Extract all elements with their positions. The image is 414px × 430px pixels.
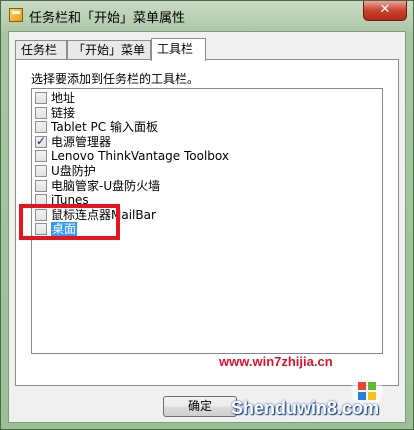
toolbar-item-label: 电源管理器 [51, 134, 112, 149]
window-title: 任务栏和「开始」菜单属性 [29, 11, 186, 26]
toolbar-item-label: Lenovo ThinkVantage Toolbox [51, 149, 229, 164]
instruction-text: 选择要添加到任务栏的工具栏。 [31, 72, 200, 86]
toolbar-item-label: U盘防护 [51, 164, 96, 178]
close-button[interactable]: ✕ [363, 1, 407, 21]
watermark-url: www.win7zhijia.cn [219, 354, 333, 369]
toolbar-item-label: 电脑管家-U盘防火墙 [51, 178, 161, 193]
tab-taskbar[interactable]: 任务栏 [15, 40, 67, 60]
toolbar-checkbox[interactable] [35, 121, 47, 134]
properties-window: 任务栏和「开始」菜单属性 ✕ 任务栏 「开始」菜单 工具栏 选择要添加到任务栏的… [0, 0, 414, 430]
taskbar-app-icon [9, 8, 23, 22]
watermark-site: Shenduwin8.com [231, 398, 380, 418]
toolbar-checkbox[interactable] [35, 134, 47, 148]
toolbar-checkbox[interactable] [35, 165, 47, 177]
title-bar[interactable]: 任务栏和「开始」菜单属性 ✕ [1, 1, 413, 31]
toolbar-item-label: Tablet PC 输入面板 [51, 120, 158, 135]
tab-toolbars[interactable]: 工具栏 [151, 38, 206, 61]
highlight-annotation [19, 204, 120, 240]
toolbar-checkbox[interactable] [35, 150, 47, 163]
toolbar-item-label: 地址 [51, 91, 76, 105]
tab-start-menu[interactable]: 「开始」菜单 [67, 40, 151, 60]
toolbar-checkbox[interactable] [35, 106, 47, 119]
ok-button[interactable]: 确定 [163, 396, 237, 417]
toolbar-item-label: 链接 [51, 105, 76, 120]
toolbar-checkbox[interactable] [35, 179, 47, 192]
toolbar-checkbox[interactable] [35, 92, 47, 104]
